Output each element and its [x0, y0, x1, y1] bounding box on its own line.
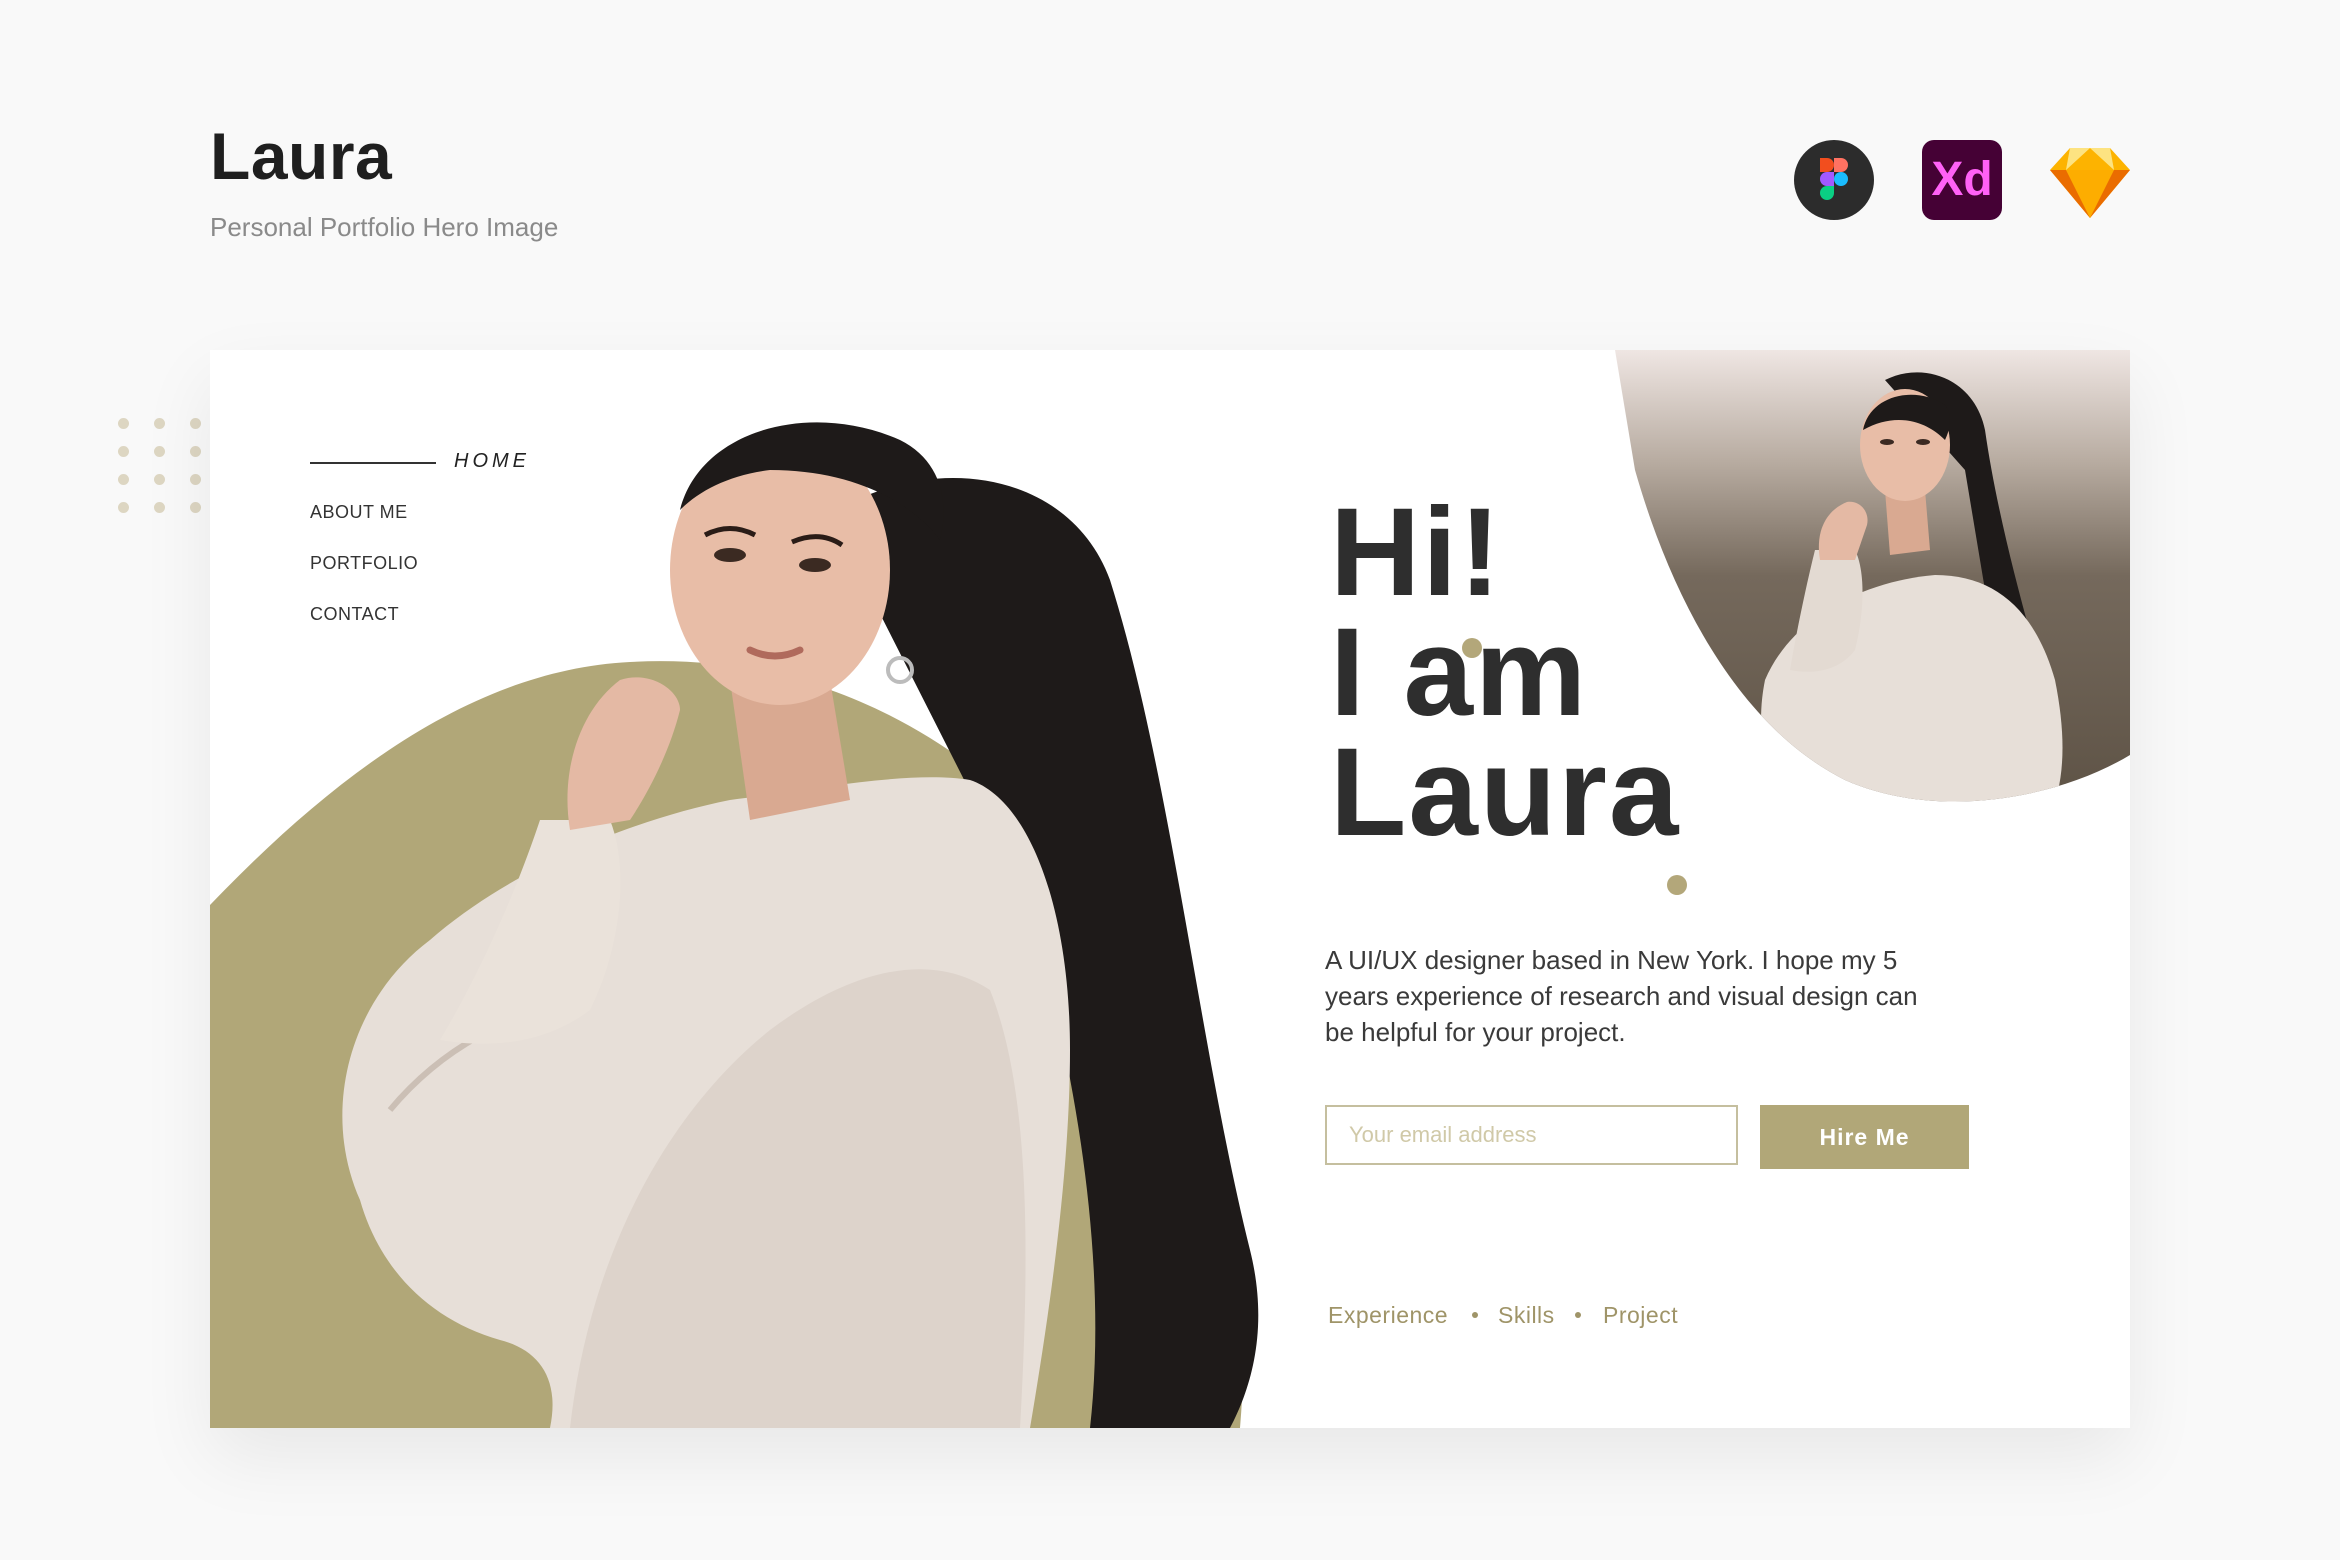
- link-skills[interactable]: Skills: [1498, 1302, 1555, 1329]
- nav-item-contact[interactable]: CONTACT: [310, 604, 399, 625]
- link-experience[interactable]: Experience: [1328, 1302, 1448, 1329]
- decorative-dots: [118, 418, 218, 518]
- nav-item-about-me[interactable]: ABOUT ME: [310, 502, 408, 523]
- xd-icon-label: Xd: [1931, 153, 1993, 206]
- nav-item-home[interactable]: HOME: [454, 450, 530, 473]
- separator-dot: [1472, 1312, 1478, 1318]
- figma-icon: [1794, 140, 1874, 220]
- hero-description: A UI/UX designer based in New York. I ho…: [1325, 945, 1918, 1047]
- accent-dot: [1667, 875, 1687, 895]
- email-input[interactable]: [1325, 1105, 1738, 1165]
- nav-item-portfolio[interactable]: PORTFOLIO: [310, 553, 418, 574]
- nav-active-line: [310, 462, 436, 464]
- page-title: Laura: [210, 119, 393, 193]
- link-project[interactable]: Project: [1603, 1302, 1678, 1329]
- hire-me-button[interactable]: Hire Me: [1760, 1105, 1969, 1169]
- secondary-photo: [1615, 350, 2130, 802]
- hero-line-2: I am: [1330, 603, 1589, 742]
- hero-line-1: Hi!: [1330, 483, 1503, 622]
- page-subtitle: Personal Portfolio Hero Image: [210, 212, 559, 242]
- hero-card: HOME ABOUT ME PORTFOLIO CONTACT Hi! I am…: [210, 350, 2130, 1428]
- sketch-icon: [2050, 140, 2130, 220]
- xd-icon: Xd: [1922, 140, 2002, 220]
- hero-line-3: Laura: [1330, 723, 1681, 862]
- separator-dot: [1575, 1312, 1581, 1318]
